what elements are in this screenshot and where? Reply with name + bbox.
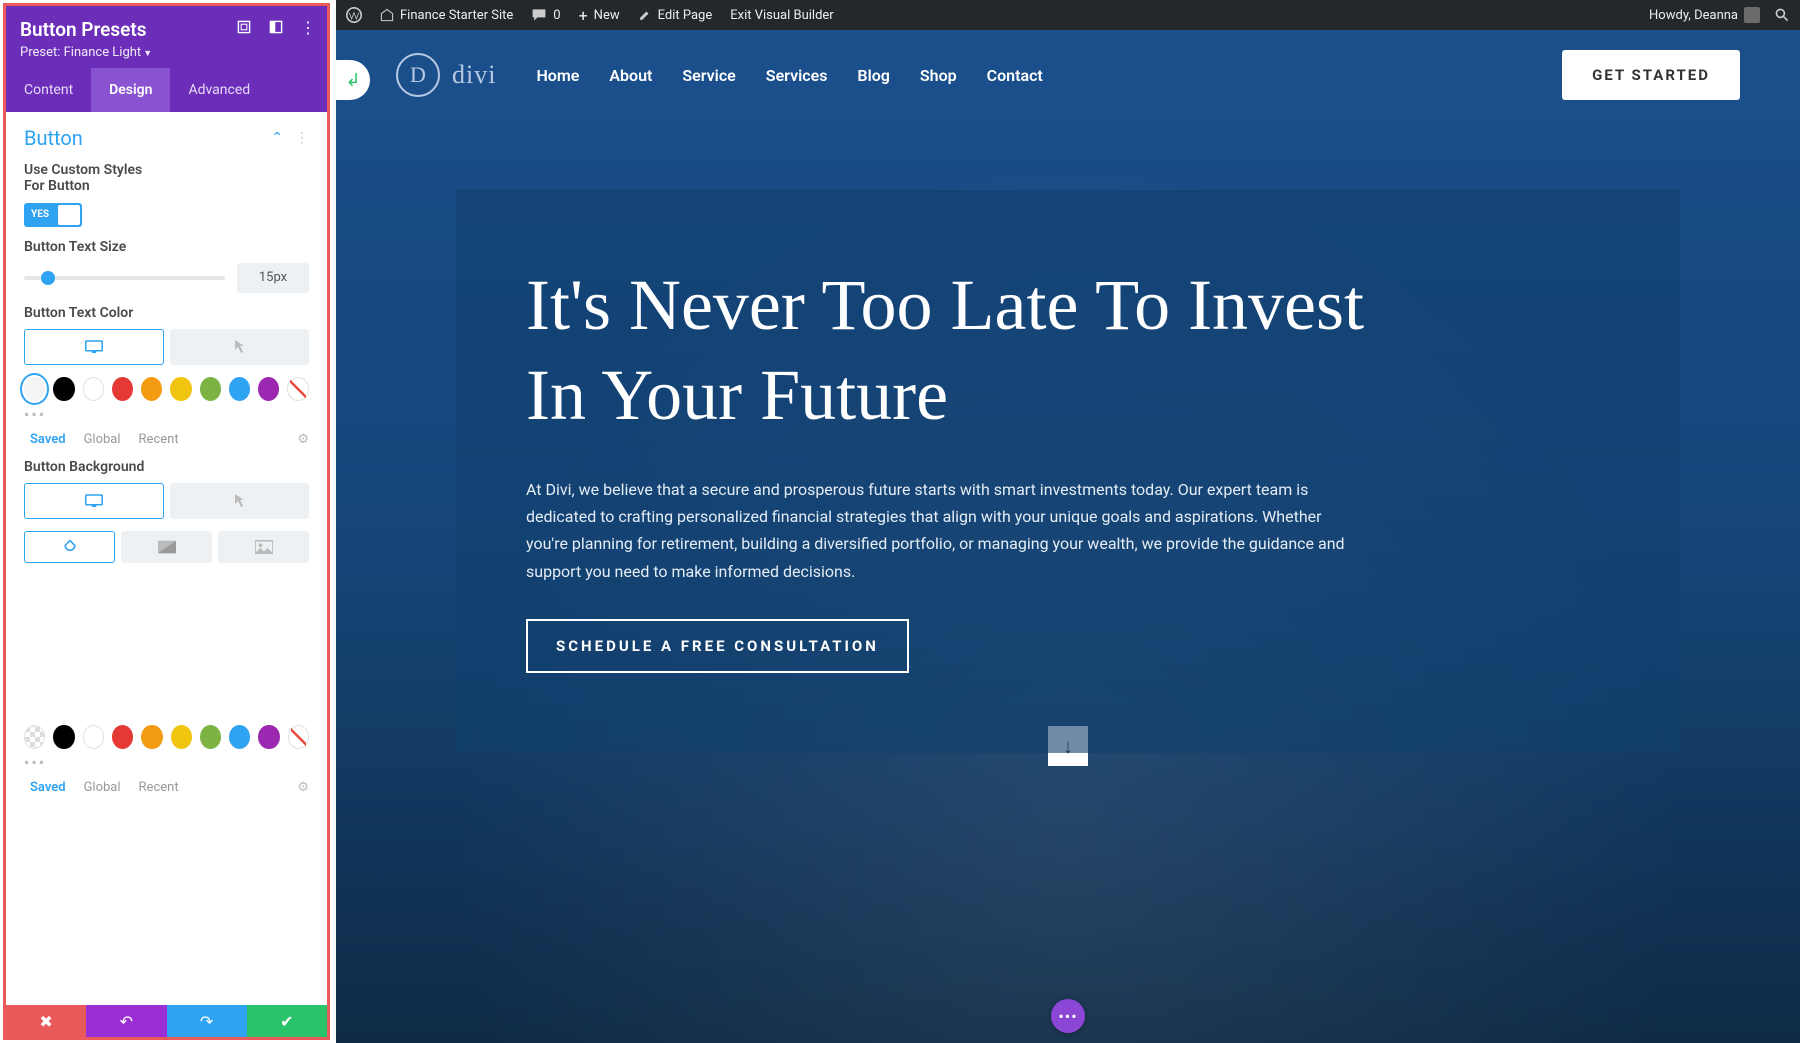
palette-saved[interactable]: Saved <box>30 432 66 447</box>
chevron-down-icon: ▼ <box>143 49 152 59</box>
settings-panel: Button Presets Preset: Finance Light▼ ⋮ … <box>3 3 330 1040</box>
label-background: Button Background <box>24 459 309 475</box>
swatch-current[interactable] <box>24 377 45 401</box>
swatch-current[interactable] <box>24 725 45 749</box>
logo-text: divi <box>452 60 496 90</box>
hover-tab-bg[interactable] <box>170 483 310 519</box>
fullscreen-icon[interactable] <box>237 20 251 34</box>
swatch[interactable] <box>83 377 104 401</box>
exit-visual-builder-link[interactable]: Exit Visual Builder <box>730 8 833 23</box>
swatch[interactable] <box>53 725 74 749</box>
tab-content[interactable]: Content <box>6 68 91 112</box>
hero-title: It's Never Too Late To Invest In Your Fu… <box>526 260 1426 440</box>
desktop-tab-bg[interactable] <box>24 483 164 519</box>
section-more-icon[interactable]: ⋮ <box>295 130 309 146</box>
tab-design[interactable]: Design <box>91 68 170 112</box>
site-header: D divi Home About Service Services Blog Shop C… <box>336 30 1800 120</box>
swatch-none[interactable] <box>288 725 309 749</box>
tab-advanced[interactable]: Advanced <box>170 68 268 112</box>
palette-recent-2[interactable]: Recent <box>139 780 179 795</box>
swatch[interactable] <box>112 377 133 401</box>
nav-item-home[interactable]: Home <box>536 66 579 85</box>
nav-item-services[interactable]: Services <box>766 66 828 85</box>
plus-icon: + <box>579 6 588 25</box>
edit-page-link[interactable]: Edit Page <box>638 8 713 23</box>
wp-admin-bar: Finance Starter Site 0 +New Edit Page Ex… <box>336 0 1800 30</box>
swatch-more-icon[interactable]: ••• <box>24 405 309 424</box>
swatch[interactable] <box>258 377 279 401</box>
nav-item-shop[interactable]: Shop <box>920 66 957 85</box>
swatch-none[interactable] <box>287 377 308 401</box>
swatch[interactable] <box>258 725 279 749</box>
desktop-tab[interactable] <box>24 329 164 365</box>
collapse-icon[interactable]: ⌃ <box>271 130 283 146</box>
toggle-knob <box>58 205 80 225</box>
label-custom-styles: Use Custom Styles For Button <box>24 162 164 194</box>
wp-logo-icon[interactable] <box>346 7 362 23</box>
text-color-swatches <box>24 377 309 401</box>
hover-tab[interactable] <box>170 329 310 365</box>
logo[interactable]: D divi <box>396 53 496 97</box>
label-text-color: Button Text Color <box>24 305 309 321</box>
palette-recent[interactable]: Recent <box>139 432 179 447</box>
howdy-greeting[interactable]: Howdy, Deanna <box>1649 7 1760 23</box>
section-button[interactable]: Button ⌃⋮ <box>24 126 309 150</box>
avatar <box>1744 7 1760 23</box>
bg-type-gradient[interactable] <box>121 531 212 563</box>
get-started-button[interactable]: GET STARTED <box>1562 50 1740 100</box>
swatch[interactable] <box>53 377 74 401</box>
palette-global-2[interactable]: Global <box>84 780 121 795</box>
hero-section: It's Never Too Late To Invest In Your Fu… <box>456 190 1680 753</box>
custom-styles-toggle[interactable]: YES <box>24 203 82 227</box>
swatch[interactable] <box>141 725 162 749</box>
bg-type-image[interactable] <box>218 531 309 563</box>
main-nav: Home About Service Services Blog Shop Contact <box>536 66 1042 85</box>
swatch[interactable] <box>141 377 162 401</box>
nav-item-about[interactable]: About <box>609 66 652 85</box>
text-size-value[interactable]: 15px <box>237 263 309 293</box>
swatch[interactable] <box>229 725 250 749</box>
swatch[interactable] <box>229 377 250 401</box>
swatch[interactable] <box>200 377 221 401</box>
label-text-size: Button Text Size <box>24 239 309 255</box>
slider-thumb[interactable] <box>41 271 55 285</box>
swatch[interactable] <box>200 725 221 749</box>
more-icon[interactable]: ⋮ <box>301 20 315 34</box>
cancel-button[interactable]: ✖ <box>6 1005 86 1037</box>
nav-item-contact[interactable]: Contact <box>987 66 1043 85</box>
page-preview: D divi Home About Service Services Blog Shop C… <box>336 30 1800 1043</box>
gear-icon-2[interactable]: ⚙ <box>297 780 309 795</box>
swatch[interactable] <box>170 377 191 401</box>
panel-header: Button Presets Preset: Finance Light▼ ⋮ <box>6 6 327 68</box>
preset-selector[interactable]: Preset: Finance Light▼ <box>20 45 313 60</box>
swatch[interactable] <box>171 725 192 749</box>
nav-item-blog[interactable]: Blog <box>857 66 889 85</box>
undo-button[interactable]: ↶ <box>86 1005 166 1037</box>
save-button[interactable]: ✔ <box>247 1005 327 1037</box>
text-size-slider[interactable] <box>24 276 225 280</box>
palette-global[interactable]: Global <box>84 432 121 447</box>
swatch-more-icon-2[interactable]: ••• <box>24 753 309 772</box>
panel-footer: ✖ ↶ ↷ ✔ <box>6 1005 327 1037</box>
nav-item-service[interactable]: Service <box>682 66 735 85</box>
hero-body: At Divi, we believe that a secure and pr… <box>526 476 1346 585</box>
site-name-link[interactable]: Finance Starter Site <box>380 8 513 23</box>
builder-fab[interactable]: ••• <box>1051 999 1085 1033</box>
bg-type-color[interactable] <box>24 531 115 563</box>
swatch[interactable] <box>83 725 104 749</box>
comments-link[interactable]: 0 <box>531 7 560 23</box>
palette-saved-2[interactable]: Saved <box>30 780 66 795</box>
search-icon[interactable] <box>1774 7 1790 23</box>
logo-mark: D <box>396 53 440 97</box>
schedule-button[interactable]: SCHEDULE A FREE CONSULTATION <box>526 619 909 673</box>
redo-button[interactable]: ↷ <box>167 1005 247 1037</box>
snap-left-icon[interactable] <box>269 20 283 34</box>
bg-color-swatches <box>24 725 309 749</box>
settings-tabs: Content Design Advanced <box>6 68 327 112</box>
gear-icon[interactable]: ⚙ <box>297 432 309 447</box>
comment-count: 0 <box>553 8 560 23</box>
site-name-text: Finance Starter Site <box>400 8 513 23</box>
new-content-link[interactable]: +New <box>579 6 620 25</box>
swatch[interactable] <box>112 725 133 749</box>
